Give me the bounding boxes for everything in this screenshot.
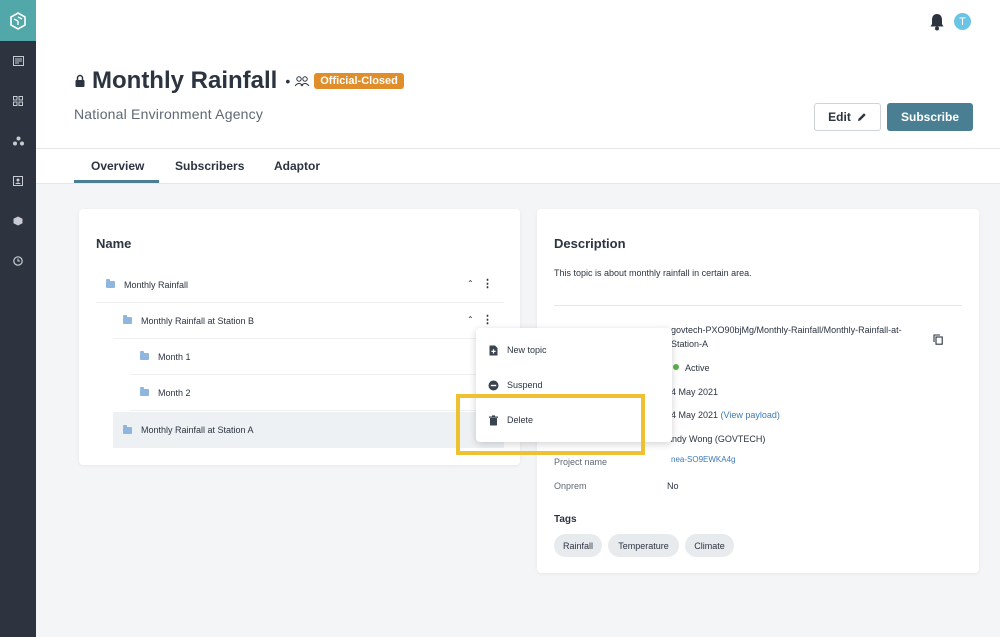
status-value: Active <box>685 363 710 373</box>
tags-title: Tags <box>554 514 577 525</box>
tree-row-label: Month 2 <box>158 387 191 398</box>
context-menu: New topic Suspend Delete <box>476 328 672 442</box>
tab-overview[interactable]: Overview <box>91 159 144 173</box>
tree-row-label: Month 1 <box>158 351 191 362</box>
edit-button[interactable]: Edit <box>814 103 881 131</box>
menu-item-label: New topic <box>507 345 547 355</box>
created-date-value: 4 May 2021 <box>671 387 719 397</box>
tag-chip[interactable]: Rainfall <box>554 534 602 557</box>
box-icon[interactable] <box>10 213 26 229</box>
clock-icon[interactable] <box>10 253 26 269</box>
sidebar <box>0 0 36 637</box>
tree-title: Name <box>96 236 132 251</box>
status-indicator <box>673 364 679 370</box>
more-options-icon[interactable]: ⋮ <box>482 277 493 290</box>
menu-item-label: Delete <box>507 415 534 425</box>
app-logo[interactable] <box>0 0 36 41</box>
organization-name: National Environment Agency <box>74 106 264 122</box>
catalog-icon[interactable] <box>10 53 26 69</box>
add-file-icon <box>489 345 498 355</box>
tab-adaptor[interactable]: Adaptor <box>274 159 320 173</box>
page-title: Monthly Rainfall <box>92 67 278 94</box>
tree-row[interactable]: Month 1 <box>130 339 504 375</box>
tab-subscribers[interactable]: Subscribers <box>175 159 244 173</box>
chevron-up-icon[interactable]: ⌃ <box>467 279 474 288</box>
active-tab-indicator <box>74 180 159 183</box>
updated-date-text: 4 May 2021 <box>671 410 719 420</box>
tree-row-label: Monthly Rainfall <box>124 279 189 290</box>
lock-icon <box>75 74 85 87</box>
project-name-label: Project name <box>554 457 608 467</box>
menu-item-label: Suspend <box>507 380 543 390</box>
folder-icon <box>140 387 149 396</box>
title-row: Monthly Rainfall • Official-Closed <box>74 66 404 96</box>
classification-badge: Official-Closed <box>314 73 404 89</box>
tree-row-selected[interactable]: Monthly Rainfall at Station A <box>113 412 504 448</box>
folder-icon <box>140 351 149 360</box>
folder-icon <box>106 279 115 288</box>
divider <box>554 305 962 306</box>
description-title: Description <box>554 236 626 251</box>
topic-path-value: govtech-PXO90bjMg/Monthly-Rainfall/Month… <box>671 325 902 335</box>
topic-path-value-line2: Station-A <box>671 339 709 349</box>
avatar[interactable]: T <box>954 13 971 30</box>
tree-row[interactable]: Monthly Rainfall at Station B <box>113 303 504 339</box>
view-payload-link[interactable]: (View payload) <box>721 410 780 420</box>
title-separator: • <box>285 73 291 89</box>
menu-item-suspend[interactable]: Suspend <box>476 371 672 399</box>
tag-chip[interactable]: Climate <box>685 534 734 557</box>
more-options-icon[interactable]: ⋮ <box>482 313 493 326</box>
suspend-icon <box>488 380 499 390</box>
onprem-label: Onprem <box>554 481 587 491</box>
logo-icon <box>10 11 26 30</box>
tree-row-label: Monthly Rainfall at Station A <box>141 425 254 435</box>
bell-icon[interactable] <box>928 12 946 32</box>
description-text: This topic is about monthly rainfall in … <box>554 268 752 278</box>
updated-date-value: 4 May 2021 (View payload) <box>671 410 780 420</box>
project-name-value[interactable]: nea-SO9EWKA4g <box>671 455 735 464</box>
edit-button-label: Edit <box>828 110 851 124</box>
tree-row[interactable]: Month 2 <box>130 375 504 411</box>
image-icon[interactable] <box>10 173 26 189</box>
menu-item-new-topic[interactable]: New topic <box>476 336 672 364</box>
tree-row[interactable]: Monthly Rainfall <box>96 267 504 303</box>
subscribe-button[interactable]: Subscribe <box>887 103 973 131</box>
copy-icon[interactable] <box>933 334 943 345</box>
folder-icon <box>123 315 132 324</box>
created-by-value: Andy Wong (GOVTECH) <box>666 434 766 444</box>
folder-icon <box>123 424 132 434</box>
tag-chip[interactable]: Temperature <box>608 534 679 557</box>
tree-row-label: Monthly Rainfall at Station B <box>141 315 255 326</box>
group-icon <box>294 76 310 87</box>
network-icon[interactable] <box>10 133 26 149</box>
onprem-value: No <box>667 481 679 491</box>
grid-icon[interactable] <box>10 93 26 109</box>
menu-item-delete[interactable]: Delete <box>476 406 672 434</box>
pencil-icon <box>857 113 866 121</box>
trash-icon <box>489 414 498 425</box>
chevron-up-icon[interactable]: ⌃ <box>467 315 474 324</box>
